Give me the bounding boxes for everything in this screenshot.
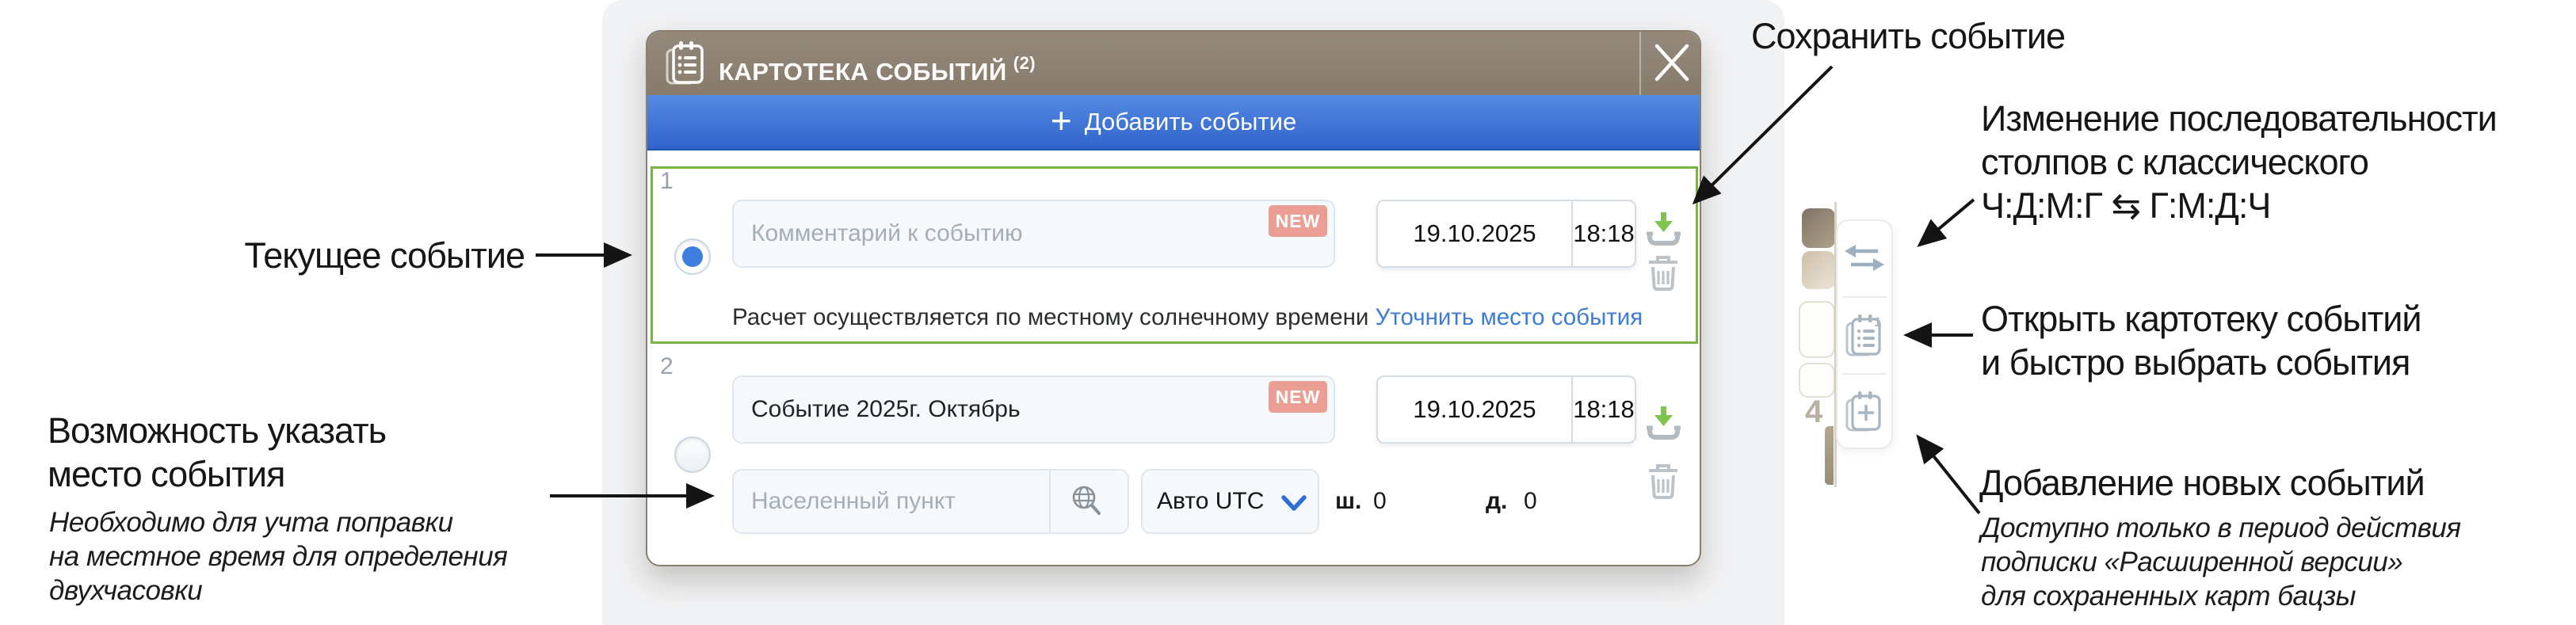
pillar-edge-bar bbox=[1825, 426, 1834, 485]
add-event-label: Добавить событие bbox=[1084, 108, 1297, 135]
pillar-cell-top bbox=[1802, 208, 1835, 248]
annotation-add-events-note: Доступно только в период действия подпис… bbox=[1981, 511, 2461, 613]
annotation-place-title-line2: место события bbox=[48, 454, 285, 494]
add-event-button[interactable]: + Добавить событие bbox=[647, 95, 1700, 151]
pillar-cell-outlined-1 bbox=[1799, 301, 1835, 358]
annotation-open-cardfile: Открыть картотеку событий и быстро выбра… bbox=[1981, 297, 2421, 384]
arrow-swap-order bbox=[1917, 198, 1975, 247]
annotation-save-event: Сохранить событие bbox=[1751, 16, 2066, 56]
download-icon bbox=[1644, 406, 1682, 447]
pillar-cell-outlined-2 bbox=[1799, 363, 1835, 398]
city-search-button[interactable] bbox=[1068, 483, 1105, 520]
dialog-header: КАРТОТЕКА СОБЫТИЙ (2) bbox=[647, 32, 1700, 95]
city-input-divider bbox=[1049, 469, 1051, 534]
annotation-place-note: Необходимо для учта поправки на местное … bbox=[49, 505, 508, 608]
download-icon bbox=[1644, 212, 1682, 253]
event-2-save-download-button[interactable] bbox=[1644, 405, 1682, 444]
annotation-swap-order: Изменение последовательности столпов с к… bbox=[1981, 97, 2498, 227]
annotation-place-note-line1: Необходимо для учта поправки bbox=[49, 507, 453, 538]
cardfile-list-icon: 1 bbox=[1842, 311, 1887, 362]
solar-time-note: Расчет осуществляется по местному солнеч… bbox=[732, 304, 1369, 330]
refine-place-link[interactable]: Уточнить место события bbox=[1376, 304, 1643, 330]
swap-arrows-icon bbox=[1841, 242, 1887, 277]
calendar-plus-icon bbox=[1842, 388, 1887, 438]
trash-icon bbox=[1647, 256, 1680, 294]
event-2-number: 2 bbox=[660, 353, 674, 379]
event-1-radio-selected[interactable] bbox=[674, 238, 711, 275]
annotation-place-title: Возможность указать место события bbox=[48, 409, 387, 496]
pillar-number: 4 bbox=[1805, 394, 1823, 429]
event-2-date-field[interactable]: 19.10.2025 bbox=[1378, 377, 1571, 442]
event-1-comment-wrap: NEW bbox=[732, 200, 1335, 268]
open-event-cardfile-button[interactable]: 1 bbox=[1838, 298, 1891, 374]
annotation-add-note-line1: Доступно только в период действия bbox=[1981, 513, 2461, 543]
event-2-name-wrap: NEW bbox=[732, 375, 1335, 444]
annotation-open-line1: Открыть картотеку событий bbox=[1981, 299, 2421, 339]
event-2-delete-button[interactable] bbox=[1647, 463, 1680, 500]
timezone-value: Авто UTC bbox=[1157, 488, 1265, 514]
timezone-select[interactable]: Авто UTC bbox=[1141, 469, 1319, 534]
latitude-value: 0 bbox=[1373, 488, 1387, 514]
annotated-screenshot: КАРТОТЕКА СОБЫТИЙ (2) + Добавить событие … bbox=[0, 0, 2576, 625]
side-toolbar: 1 bbox=[1836, 219, 1893, 449]
globe-search-icon bbox=[1068, 486, 1105, 522]
annotation-swap-line3: Ч:Д:М:Г ⇆ Г:М:Д:Ч bbox=[1981, 185, 2271, 226]
longitude-label: д. bbox=[1486, 488, 1508, 514]
event-1-date-field[interactable]: 19.10.2025 bbox=[1378, 201, 1571, 266]
dialog-title: КАРТОТЕКА СОБЫТИЙ (2) bbox=[719, 53, 1036, 86]
cardfile-count-badge: 1 bbox=[1874, 314, 1882, 330]
annotation-place-note-line2: на местное время для определения bbox=[49, 541, 508, 572]
annotation-swap-line2: столпов с классического bbox=[1981, 142, 2369, 182]
event-2-radio-unselected[interactable] bbox=[674, 436, 711, 473]
annotation-add-events-title: Добавление новых событий bbox=[1979, 463, 2425, 503]
event-2-city-wrap bbox=[732, 469, 1129, 534]
cardfile-clipboard-icon bbox=[665, 40, 706, 90]
annotation-place-title-line1: Возможность указать bbox=[48, 410, 387, 451]
close-button[interactable] bbox=[1641, 32, 1700, 95]
event-2-new-badge: NEW bbox=[1269, 381, 1327, 413]
event-2-time-field[interactable]: 18:18 bbox=[1573, 377, 1635, 442]
event-1-new-badge: NEW bbox=[1269, 205, 1327, 237]
trash-icon bbox=[1647, 464, 1680, 502]
annotation-place-note-line3: двухчасовки bbox=[49, 575, 203, 606]
event-1-save-download-button[interactable] bbox=[1644, 211, 1682, 250]
dialog-title-count: (2) bbox=[1013, 53, 1036, 73]
close-icon bbox=[1652, 43, 1692, 85]
event-1-note: Расчет осуществляется по местному солнеч… bbox=[732, 304, 1643, 331]
swap-pillar-order-button[interactable] bbox=[1838, 221, 1891, 297]
chevron-down-icon bbox=[1281, 495, 1307, 511]
event-1-delete-button[interactable] bbox=[1647, 255, 1680, 292]
latitude-label: ш. bbox=[1335, 488, 1362, 514]
event-cardfile-dialog: КАРТОТЕКА СОБЫТИЙ (2) + Добавить событие … bbox=[646, 30, 1701, 566]
pillar-cell-second bbox=[1802, 251, 1835, 289]
event-1-datetime: 19.10.2025 18:18 bbox=[1376, 200, 1636, 268]
event-1-number: 1 bbox=[660, 168, 674, 194]
annotation-swap-line1: Изменение последовательности bbox=[1981, 98, 2498, 139]
add-new-event-button[interactable] bbox=[1838, 375, 1891, 451]
event-1-comment-input[interactable] bbox=[732, 200, 1335, 268]
event-2-name-input[interactable] bbox=[732, 375, 1335, 444]
event-1-time-field[interactable]: 18:18 bbox=[1573, 201, 1635, 266]
annotation-current-event: Текущее событие bbox=[244, 235, 525, 276]
annotation-open-line2: и быстро выбрать события bbox=[1981, 342, 2410, 383]
annotation-add-note-line3: для сохраненных карт бацзы bbox=[1981, 581, 2356, 612]
arrow-add-events bbox=[1916, 434, 1981, 515]
event-2-datetime: 19.10.2025 18:18 bbox=[1376, 375, 1636, 444]
annotation-add-note-line2: подписки «Расширенной версии» bbox=[1981, 547, 2403, 577]
longitude-value: 0 bbox=[1524, 488, 1537, 514]
